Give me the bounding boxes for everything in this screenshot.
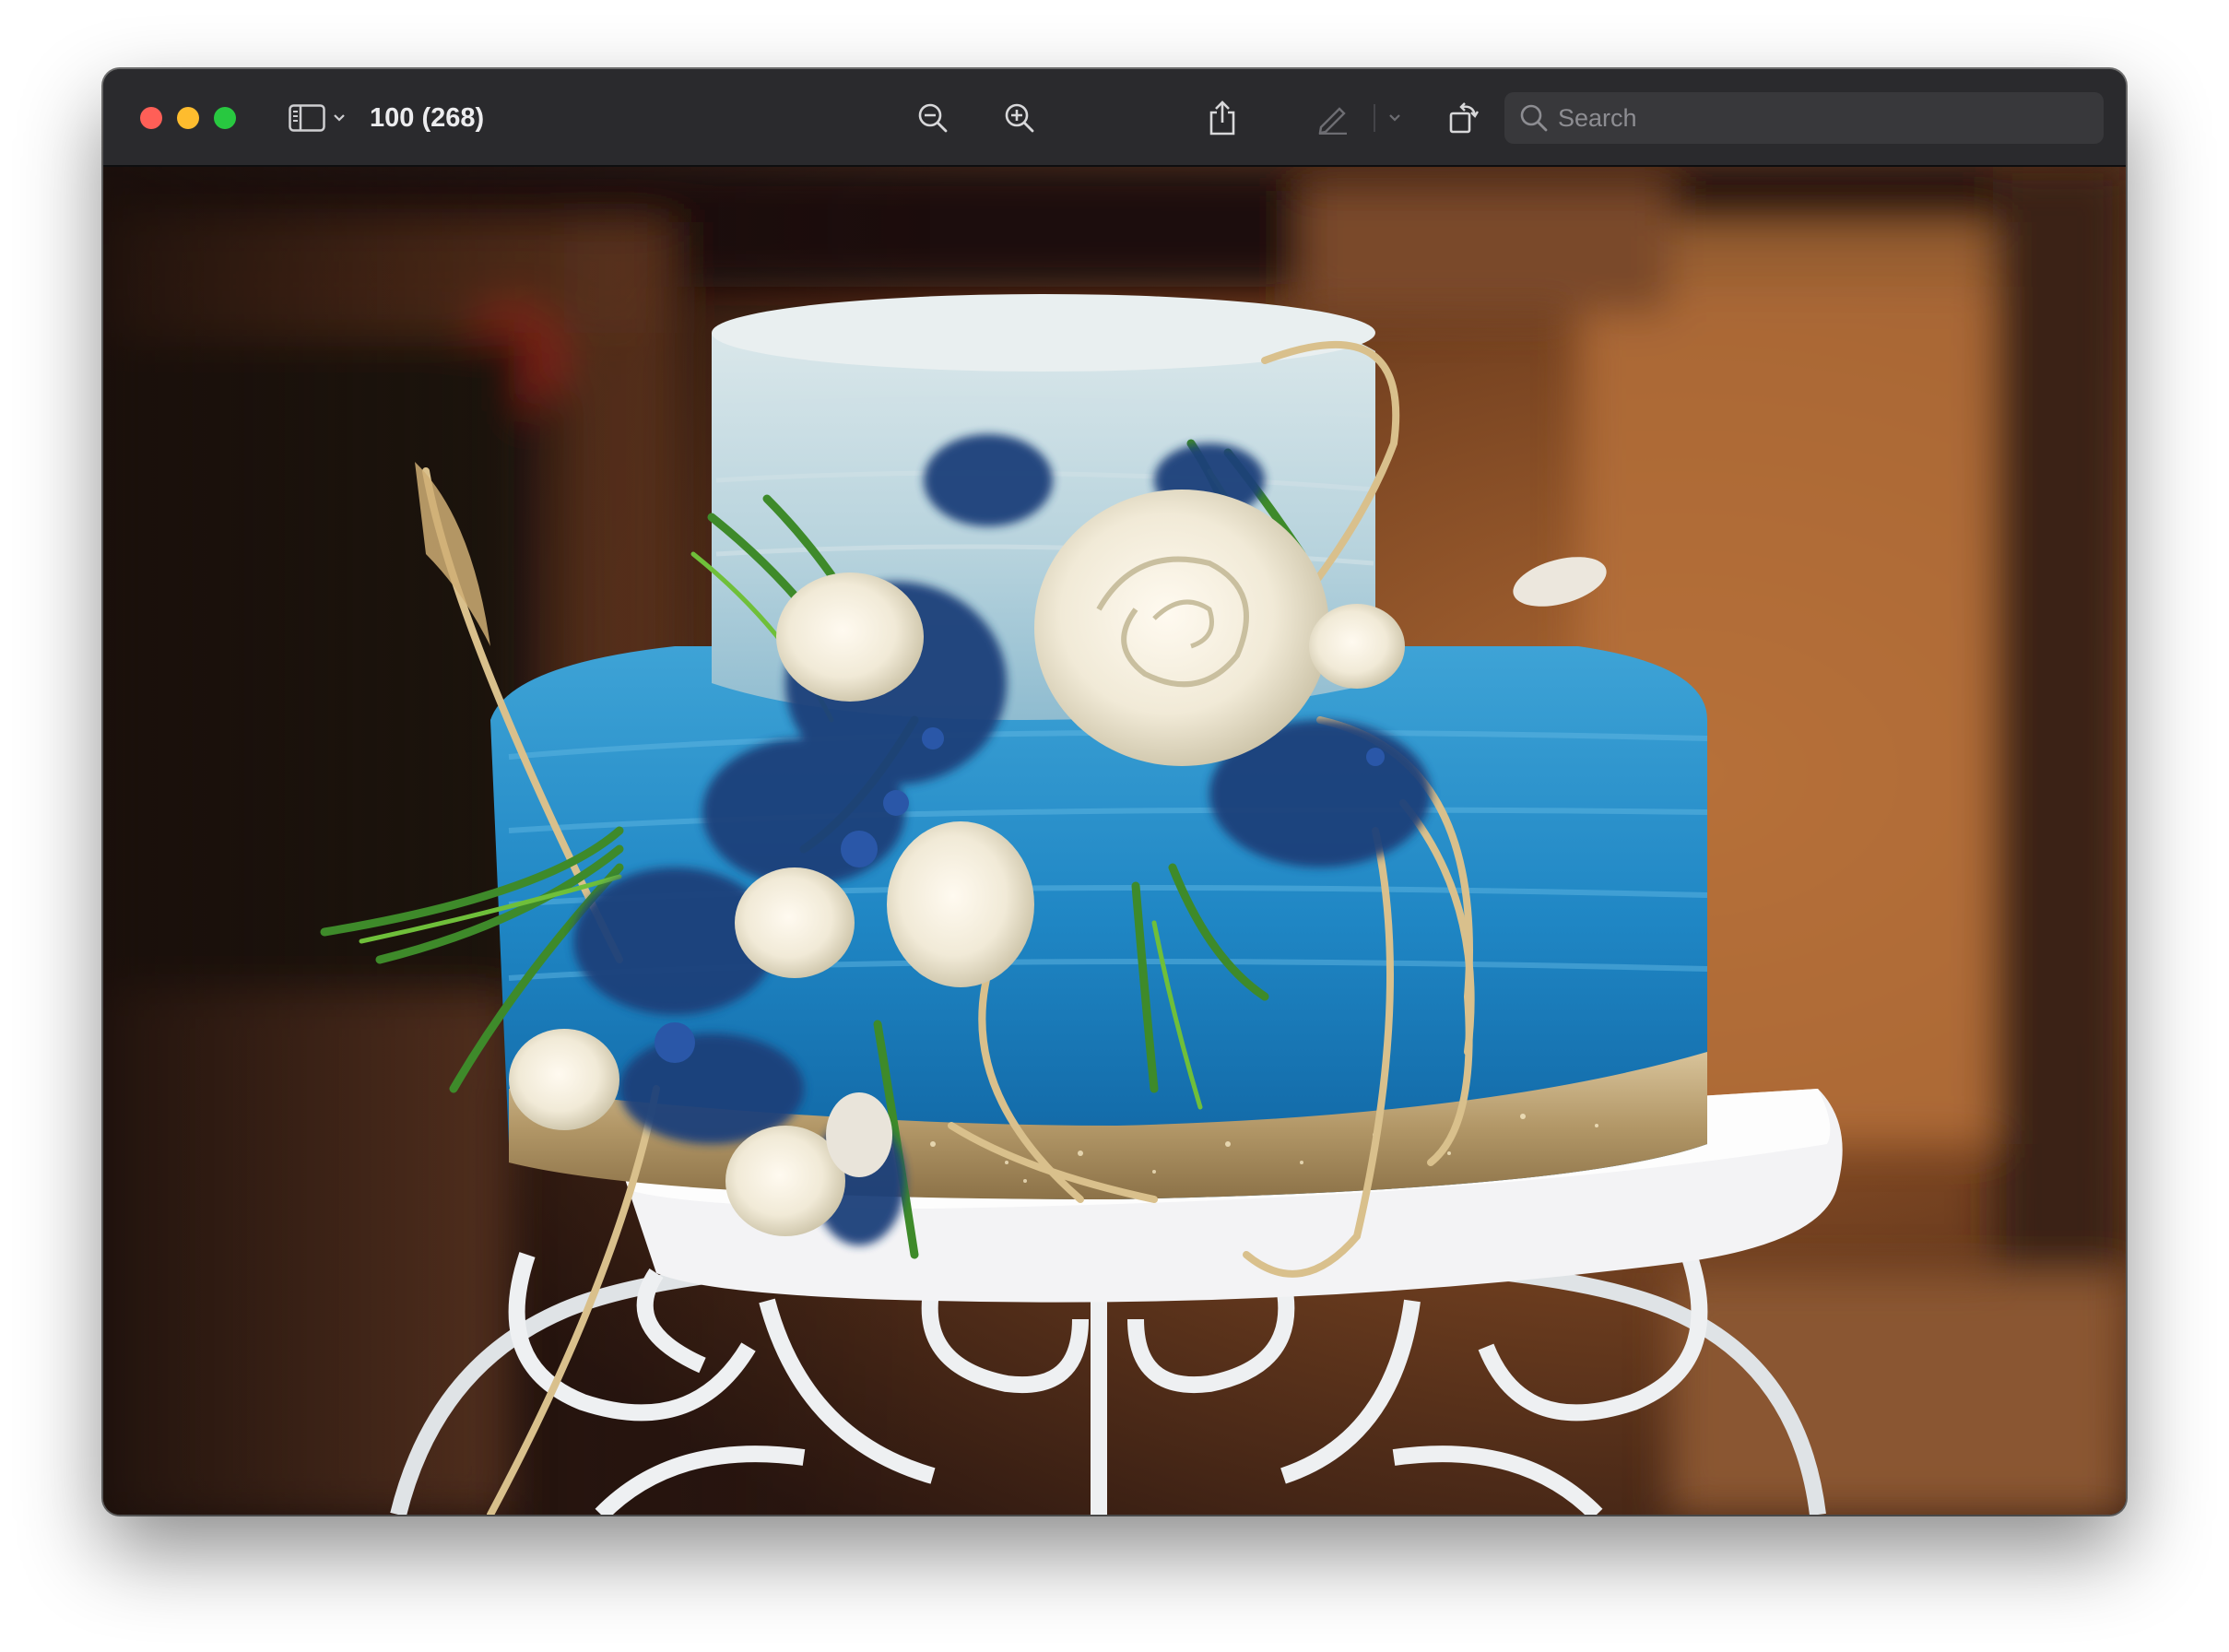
highlight-button[interactable] [1307,95,1359,141]
document-title: 100 (268) [370,103,485,133]
rotate-button[interactable] [1438,95,1490,141]
zoom-in-button[interactable] [994,95,1045,141]
share-icon [1208,100,1237,136]
search-field[interactable] [1504,92,2104,144]
preview-window: 100 (268) [103,69,2126,1515]
title-bar: 100 (268) [103,69,2126,167]
rotate-icon [1447,100,1480,136]
cake-photo [103,167,2126,1515]
toolbar-divider [1374,104,1375,132]
image-view[interactable] [103,167,2126,1515]
highlight-menu-button[interactable] [1381,95,1409,141]
search-input[interactable] [1558,95,2074,141]
minimize-button[interactable] [177,107,199,129]
sidebar-toggle-button[interactable] [284,95,350,141]
zoom-in-icon [1003,101,1036,135]
close-button[interactable] [140,107,162,129]
share-button[interactable] [1197,95,1248,141]
maximize-button[interactable] [214,107,236,129]
zoom-out-button[interactable] [907,95,959,141]
chevron-down-icon [1388,113,1401,123]
pencil-icon [1315,101,1350,135]
chevron-down-icon [333,113,346,123]
search-icon [1519,103,1549,133]
sidebar-icon [289,104,325,132]
zoom-out-icon [916,101,949,135]
